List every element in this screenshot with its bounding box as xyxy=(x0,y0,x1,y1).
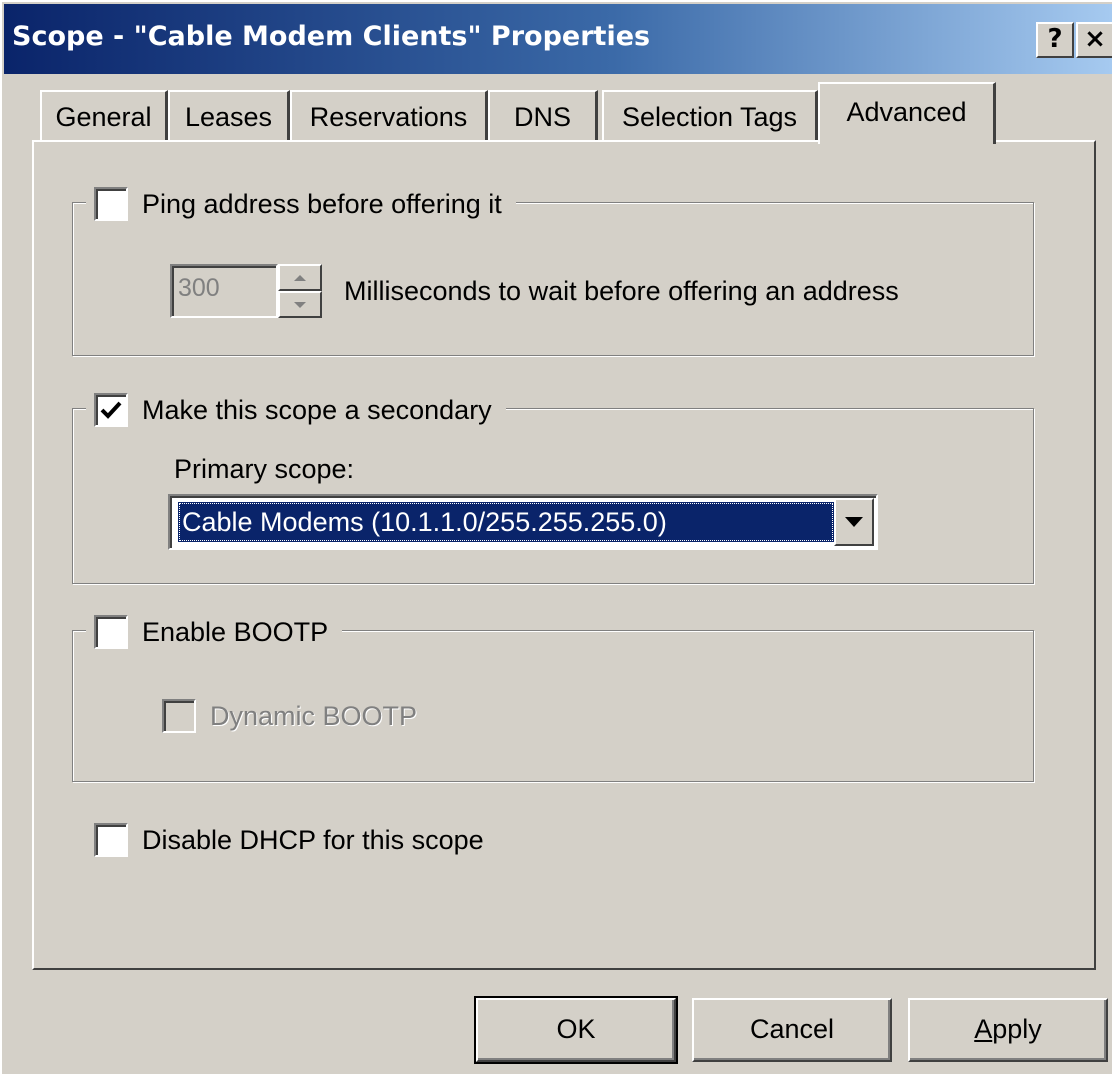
wait-ms-input[interactable]: 300 xyxy=(170,264,278,318)
dynamic-bootp-row[interactable]: Dynamic BOOTP xyxy=(162,696,418,736)
spin-up-button[interactable] xyxy=(278,264,322,291)
tab-leases[interactable]: Leases xyxy=(168,90,290,142)
help-button[interactable]: ? xyxy=(1036,22,1074,58)
wait-ms-label: Milliseconds to wait before offering an … xyxy=(344,276,899,306)
ping-checkbox[interactable] xyxy=(94,187,128,221)
apply-button[interactable]: Apply xyxy=(908,998,1108,1062)
wait-ms-spinner[interactable] xyxy=(278,264,322,318)
tab-reservations[interactable]: Reservations xyxy=(290,90,488,142)
secondary-checkbox[interactable] xyxy=(94,393,128,427)
apply-label: pply xyxy=(992,1014,1042,1044)
tab-advanced[interactable]: Advanced xyxy=(818,82,996,144)
window-title: Scope - "Cable Modem Clients" Properties xyxy=(12,21,651,52)
ping-legend[interactable]: Ping address before offering it xyxy=(86,184,516,224)
primary-scope-select[interactable]: Cable Modems (10.1.1.0/255.255.255.0) xyxy=(168,494,878,550)
disable-dhcp-label: Disable DHCP for this scope xyxy=(142,824,484,855)
cancel-button[interactable]: Cancel xyxy=(692,998,892,1062)
chevron-down-icon xyxy=(845,517,863,527)
dropdown-button[interactable] xyxy=(834,498,874,546)
arrow-up-icon xyxy=(294,274,306,281)
primary-scope-label: Primary scope: xyxy=(174,454,355,484)
disable-dhcp-row[interactable]: Disable DHCP for this scope xyxy=(86,820,498,860)
primary-scope-value: Cable Modems (10.1.1.0/255.255.255.0) xyxy=(178,502,834,542)
bootp-legend[interactable]: Enable BOOTP xyxy=(86,612,343,652)
ping-label: Ping address before offering it xyxy=(142,188,502,219)
tab-dns[interactable]: DNS xyxy=(488,90,598,142)
properties-dialog: Scope - "Cable Modem Clients" Properties… xyxy=(0,0,1112,1074)
spin-down-button[interactable] xyxy=(278,291,322,318)
ok-button[interactable]: OK xyxy=(474,996,678,1064)
bootp-label: Enable BOOTP xyxy=(142,616,329,647)
checkmark-icon xyxy=(100,401,122,419)
disable-dhcp-checkbox[interactable] xyxy=(94,823,128,857)
tab-selection-tags[interactable]: Selection Tags xyxy=(602,90,818,142)
secondary-label: Make this scope a secondary xyxy=(142,394,492,425)
title-bar[interactable]: Scope - "Cable Modem Clients" Properties… xyxy=(4,4,1112,74)
apply-accel: A xyxy=(974,1014,993,1044)
arrow-down-icon xyxy=(294,301,306,308)
dynamic-bootp-checkbox[interactable] xyxy=(162,699,196,733)
dynamic-bootp-label: Dynamic BOOTP xyxy=(210,700,418,731)
bootp-checkbox[interactable] xyxy=(94,615,128,649)
close-button[interactable]: × xyxy=(1076,22,1112,58)
tab-general[interactable]: General xyxy=(40,90,168,142)
secondary-legend[interactable]: Make this scope a secondary xyxy=(86,390,506,430)
